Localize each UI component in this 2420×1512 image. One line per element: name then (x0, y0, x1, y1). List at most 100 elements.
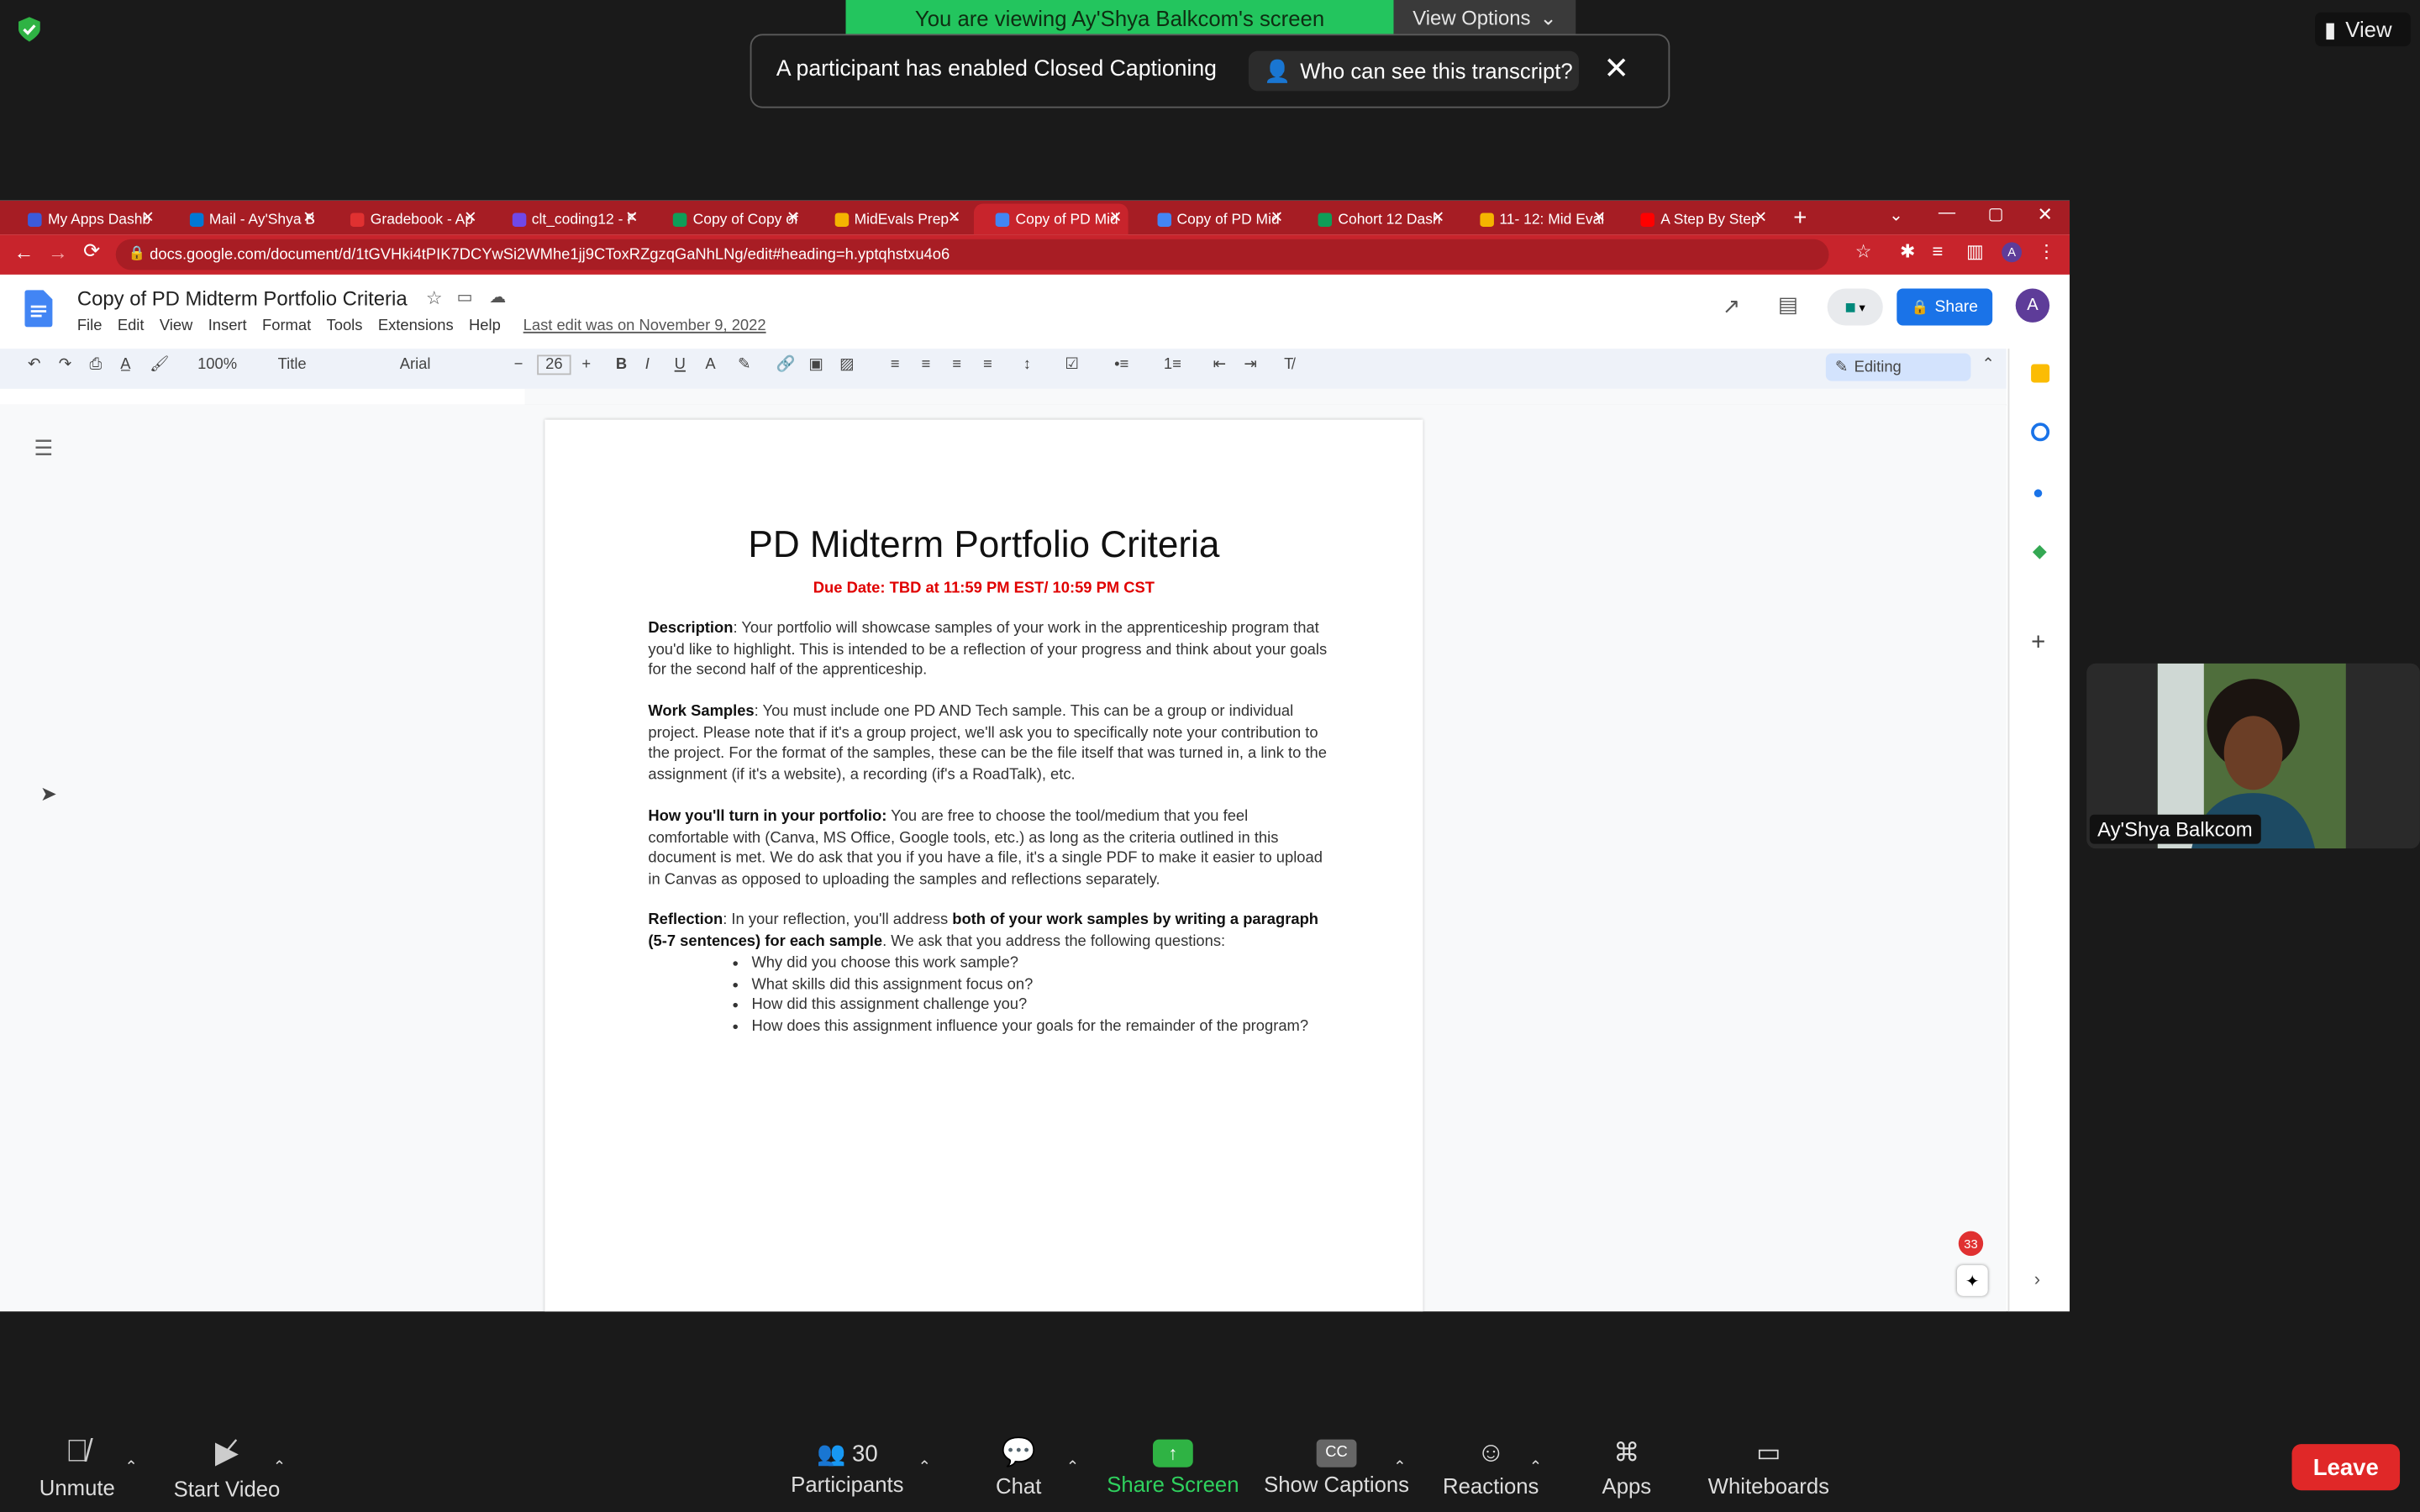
comments-icon[interactable]: ▤ (1778, 291, 1798, 318)
close-tab-icon[interactable]: ✕ (1432, 210, 1444, 227)
increase-indent-icon[interactable]: ⇥ (1244, 356, 1256, 373)
menu-item[interactable]: Format (262, 318, 311, 334)
chat-button[interactable]: 💬 Chat (976, 1422, 1062, 1512)
close-icon[interactable]: ✕ (1603, 50, 1629, 88)
extensions-icon[interactable]: ✱ (1900, 241, 1915, 263)
close-tab-icon[interactable]: ✕ (948, 210, 960, 227)
paint-format-icon[interactable]: 🖌 (150, 356, 169, 373)
share-screen-button[interactable]: ↑ Share Screen (1099, 1422, 1247, 1512)
justify-icon[interactable]: ≡ (983, 356, 992, 373)
url-field[interactable]: 🔒 docs.google.com/document/d/1tGVHki4tPI… (115, 239, 1829, 270)
notification-badge[interactable]: 33 (1958, 1231, 1984, 1257)
maps-icon[interactable]: ◆ (2033, 540, 2047, 562)
star-icon[interactable]: ☆ (1855, 241, 1872, 263)
more-icon[interactable]: ⋮ (2037, 241, 2055, 263)
menu-item[interactable]: Help (469, 318, 501, 334)
bold-icon[interactable]: B (616, 356, 627, 373)
undo-icon[interactable]: ↶ (28, 356, 40, 373)
numbered-list-icon[interactable]: 1≡ (1164, 356, 1181, 373)
style-select[interactable]: Title (278, 356, 307, 373)
line-spacing-icon[interactable]: ↕ (1023, 356, 1031, 373)
close-tab-icon[interactable]: ✕ (141, 210, 154, 227)
meet-button[interactable]: ■ ▾ (1827, 288, 1883, 326)
view-options-button[interactable]: View Options ⌄ (1393, 0, 1576, 36)
decrease-indent-icon[interactable]: ⇤ (1213, 356, 1226, 373)
close-tab-icon[interactable]: ✕ (786, 210, 799, 227)
browser-tab[interactable]: My Apps Dashb ✕ (6, 203, 160, 234)
menu-item[interactable]: Insert (208, 318, 247, 334)
chevron-up-icon[interactable]: ⌃ (1062, 1422, 1084, 1512)
close-window-icon[interactable]: ✕ (2037, 203, 2052, 225)
browser-tab[interactable]: Mail - Ay'Shya B ✕ (167, 203, 322, 234)
browser-tab[interactable]: Gradebook - Ap ✕ (329, 203, 483, 234)
chevron-down-icon[interactable]: ⌄ (1889, 205, 1903, 225)
docs-logo-icon[interactable] (24, 290, 53, 334)
close-tab-icon[interactable]: ✕ (1109, 210, 1122, 227)
forward-icon[interactable]: → (48, 241, 68, 265)
browser-tab[interactable]: 11- 12: Mid Eval ✕ (1458, 203, 1612, 234)
checklist-icon[interactable]: ☑ (1065, 356, 1078, 373)
menu-item[interactable]: Tools (327, 318, 363, 334)
whiteboards-button[interactable]: ▭ Whiteboards (1697, 1422, 1839, 1512)
add-comment-icon[interactable]: ▣ (808, 356, 823, 373)
move-folder-icon[interactable]: ▭ (457, 287, 473, 307)
side-panel-icon[interactable]: ▥ (1966, 241, 1984, 263)
align-left-icon[interactable]: ≡ (891, 356, 900, 373)
account-avatar[interactable]: A (2015, 288, 2050, 323)
redo-icon[interactable]: ↷ (59, 356, 71, 373)
highlight-icon[interactable]: ✎ (738, 356, 750, 373)
chevron-up-icon[interactable]: ⌃ (120, 1422, 142, 1512)
underline-icon[interactable]: U (675, 356, 686, 373)
participant-video[interactable]: Ay'Shya Balkcom (2086, 663, 2420, 849)
link-icon[interactable]: 🔗 (776, 356, 796, 373)
browser-tab[interactable]: MidEvals Prep - ✕ (813, 203, 967, 234)
menu-item[interactable]: View (160, 318, 192, 334)
spellcheck-icon[interactable]: A̲ (120, 356, 130, 373)
chevron-up-icon[interactable]: ⌃ (1389, 1422, 1411, 1512)
tasks-icon[interactable] (2031, 423, 2050, 442)
restore-icon[interactable]: ▢ (1988, 203, 2004, 223)
editing-mode-select[interactable]: ✎ Editing (1825, 353, 1971, 381)
minimize-icon[interactable]: — (1939, 203, 1955, 222)
new-tab-icon[interactable]: + (1793, 205, 1807, 231)
profile-avatar[interactable]: A (2002, 242, 2023, 263)
close-tab-icon[interactable]: ✕ (1593, 210, 1606, 227)
menu-item[interactable]: Extensions (378, 318, 454, 334)
bulleted-list-icon[interactable]: •≡ (1114, 356, 1128, 373)
close-tab-icon[interactable]: ✕ (464, 210, 476, 227)
chevron-up-icon[interactable]: ⌃ (913, 1422, 935, 1512)
reload-icon[interactable]: ⟳ (83, 239, 100, 264)
chevron-up-icon[interactable]: ⌃ (1525, 1422, 1547, 1512)
close-tab-icon[interactable]: ✕ (1754, 210, 1767, 227)
document-page[interactable]: PD Midterm Portfolio Criteria Due Date: … (544, 419, 1423, 1312)
explore-icon[interactable]: ✦ (1956, 1265, 1988, 1296)
chevron-right-icon[interactable]: › (2034, 1268, 2040, 1290)
italic-icon[interactable]: I (645, 356, 650, 373)
participants-button[interactable]: 👥 30 Participants (781, 1422, 913, 1512)
zoom-select[interactable]: 100% (197, 356, 237, 373)
back-icon[interactable]: ← (14, 241, 34, 265)
increase-font-icon[interactable]: + (581, 356, 591, 373)
align-center-icon[interactable]: ≡ (922, 356, 931, 373)
who-can-see-transcript-button[interactable]: 👤 Who can see this transcript? (1248, 50, 1579, 92)
add-addon-icon[interactable]: + (2031, 629, 2045, 657)
menu-item[interactable]: File (77, 318, 103, 334)
leave-button[interactable]: Leave (2291, 1444, 2401, 1491)
close-tab-icon[interactable]: ✕ (1270, 210, 1283, 227)
star-icon[interactable]: ☆ (426, 287, 443, 309)
reading-list-icon[interactable]: ≡ (1933, 241, 1944, 263)
font-size-input[interactable]: 26 (537, 354, 571, 375)
browser-tab[interactable]: Copy of PD Mid ✕ (1135, 203, 1290, 234)
unmute-button[interactable]: 🎙̸ Unmute (28, 1422, 127, 1512)
browser-tab[interactable]: Copy of PD Mid ✕ (973, 203, 1128, 235)
share-button[interactable]: 🔒 Share (1897, 288, 1993, 326)
outline-icon[interactable]: ☰ (34, 435, 53, 461)
apps-button[interactable]: ⌘ Apps (1583, 1422, 1670, 1512)
close-tab-icon[interactable]: ✕ (625, 210, 638, 227)
print-icon[interactable]: ⎙ (90, 356, 103, 373)
activity-trend-icon[interactable]: ↗ (1723, 293, 1741, 319)
horizontal-ruler[interactable] (524, 388, 2007, 407)
insert-image-icon[interactable]: ▨ (839, 356, 854, 373)
decrease-font-icon[interactable]: − (514, 356, 523, 373)
browser-tab[interactable]: A Step By Step ✕ (1619, 203, 1774, 234)
